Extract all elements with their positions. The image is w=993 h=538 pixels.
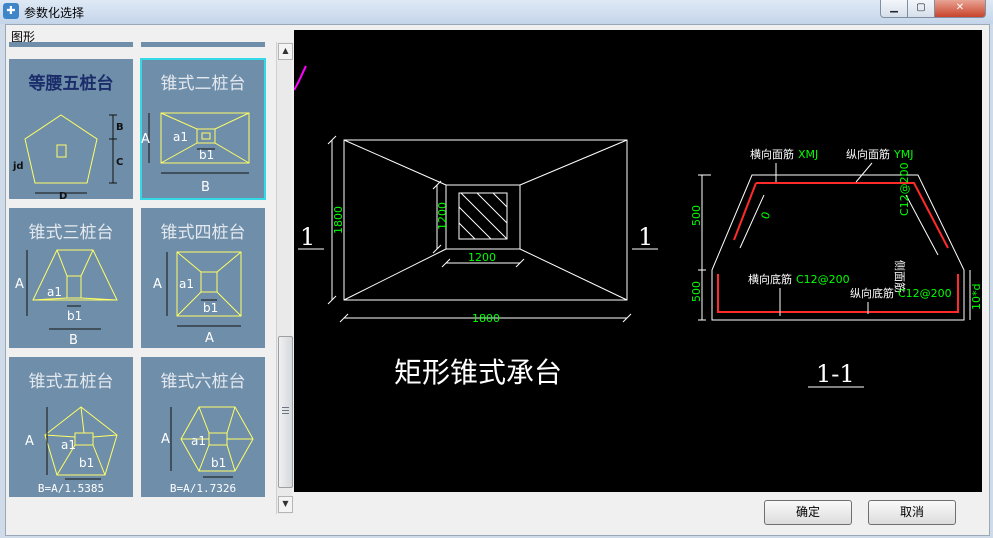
shape-tile-cone-five-pile[interactable]: 锥式五桩台 A a1 b1 B=A/1.5385	[9, 357, 133, 497]
cone-three-pile-diagram: A a1 b1 B	[15, 249, 118, 348]
svg-text:A: A	[25, 434, 34, 449]
grip-line	[282, 410, 289, 411]
minimize-button[interactable]: ▁	[880, 0, 908, 18]
tile-title: 等腰五桩台	[28, 74, 114, 94]
title-bar: ✚ 参数化选择 ▁ ▢ ✕	[0, 0, 993, 24]
svg-text:纵向面筋: 纵向面筋	[846, 147, 890, 161]
svg-text:b1: b1	[79, 456, 94, 470]
scroll-down-icon: ▼	[282, 499, 289, 508]
scroll-down-button[interactable]: ▼	[278, 496, 293, 513]
close-icon: ✕	[955, 2, 965, 13]
drawing-title: 矩形锥式承台	[394, 356, 562, 389]
tile-title: 锥式四桩台	[160, 223, 246, 243]
dialog-body: 图形 等腰五桩台 B C D jd 锥式二桩台 A a1 b1 B 锥式三桩台 …	[5, 24, 990, 536]
svg-text:XMJ: XMJ	[798, 148, 818, 161]
tile-title: 锥式二桩台	[160, 74, 246, 94]
svg-text:b1: b1	[67, 309, 82, 323]
cone-four-pile-diagram: A a1 b1 A	[153, 251, 242, 346]
shape-tile-cone-three-pile[interactable]: 锥式三桩台 A a1 b1 B	[9, 208, 133, 348]
svg-text:B: B	[116, 122, 124, 133]
shape-list[interactable]: 等腰五桩台 B C D jd 锥式二桩台 A a1 b1 B 锥式三桩台 A a…	[8, 42, 276, 514]
cone-five-pile-diagram: A a1 b1	[25, 406, 118, 480]
svg-text:a1: a1	[191, 434, 206, 448]
svg-text:A: A	[141, 132, 150, 147]
svg-text:C12@200: C12@200	[898, 162, 911, 216]
svg-text:纵向底筋: 纵向底筋	[850, 286, 894, 300]
svg-text:1800: 1800	[332, 206, 345, 234]
scroll-up-icon: ▲	[282, 46, 289, 55]
tile-title: 锥式五桩台	[28, 372, 114, 392]
svg-text:D: D	[59, 191, 67, 199]
maximize-button[interactable]: ▢	[907, 0, 935, 18]
app-plus-icon: ✚	[3, 3, 19, 19]
svg-text:C12@200: C12@200	[796, 273, 850, 286]
tile-formula: B=A/1.7326	[169, 482, 237, 495]
svg-text:B: B	[201, 180, 210, 195]
scroll-thumb[interactable]	[278, 336, 293, 488]
grip-line	[282, 413, 289, 414]
ok-button[interactable]: 确定	[764, 500, 852, 525]
cancel-button[interactable]: 取消	[868, 500, 956, 525]
minimize-icon: ▁	[890, 2, 898, 13]
scroll-up-button[interactable]: ▲	[278, 43, 293, 60]
shape-tile-partial-left[interactable]	[9, 42, 133, 47]
svg-text:1: 1	[300, 223, 315, 251]
svg-text:jd: jd	[12, 161, 24, 172]
svg-text:横向面筋: 横向面筋	[750, 147, 794, 161]
cone-two-pile-diagram: A a1 b1 B	[141, 112, 250, 195]
shape-tile-cone-two-pile[interactable]: 锥式二桩台 A a1 b1 B	[140, 58, 266, 200]
svg-text:500: 500	[690, 281, 703, 302]
svg-text:C: C	[116, 157, 123, 168]
svg-text:1200: 1200	[468, 251, 496, 264]
svg-text:B: B	[69, 333, 78, 348]
svg-text:0: 0	[759, 210, 774, 221]
svg-text:YMJ: YMJ	[893, 148, 913, 161]
cad-preview: 1 1 1800 1800 1200 1200 矩形锥式承台 500 500 1…	[293, 30, 983, 492]
check-mark-icon	[293, 65, 307, 91]
svg-text:1200: 1200	[436, 202, 449, 230]
shape-list-scrollbar[interactable]: ▲ ▼	[276, 42, 293, 514]
maximize-icon: ▢	[916, 2, 926, 13]
shape-tile-cone-six-pile[interactable]: 锥式六桩台 A a1 b1 B=A/1.7326	[141, 357, 265, 497]
svg-text:b1: b1	[199, 148, 214, 162]
svg-text:A: A	[161, 432, 170, 447]
svg-text:a1: a1	[47, 285, 62, 299]
svg-text:a1: a1	[173, 130, 188, 144]
svg-text:a1: a1	[61, 438, 76, 452]
grip-line	[282, 407, 289, 408]
svg-text:C12@200: C12@200	[898, 287, 952, 300]
svg-text:1: 1	[638, 223, 653, 251]
tile-title: 锥式六桩台	[160, 372, 246, 392]
svg-text:500: 500	[690, 205, 703, 226]
tile-title: 锥式三桩台	[28, 223, 114, 243]
svg-text:b1: b1	[211, 456, 226, 470]
svg-text:A: A	[205, 331, 214, 346]
shape-tile-isosceles-five-pile[interactable]: 等腰五桩台 B C D jd	[9, 59, 133, 199]
tile-formula: B=A/1.5385	[37, 482, 105, 495]
plan-outline	[343, 139, 628, 301]
cad-drawing: 1 1 1800 1800 1200 1200 矩形锥式承台 500 500 1…	[293, 65, 983, 389]
shape-tile-partial-right[interactable]	[141, 42, 265, 47]
svg-text:A: A	[15, 277, 24, 292]
isosceles-five-pile-diagram: B C D jd	[12, 114, 124, 199]
svg-text:b1: b1	[203, 301, 218, 315]
section-title: 1-1	[816, 360, 855, 388]
svg-text:横向底筋: 横向底筋	[748, 272, 792, 286]
svg-text:A: A	[153, 277, 162, 292]
svg-text:1800: 1800	[472, 312, 500, 325]
svg-text:a1: a1	[179, 277, 194, 291]
cone-six-pile-diagram: A a1 b1	[161, 406, 254, 478]
svg-text:10*d: 10*d	[970, 284, 982, 310]
close-button[interactable]: ✕	[934, 0, 986, 18]
window-title: 参数化选择	[24, 6, 85, 20]
shape-tile-cone-four-pile[interactable]: 锥式四桩台 A a1 b1 A	[141, 208, 265, 348]
